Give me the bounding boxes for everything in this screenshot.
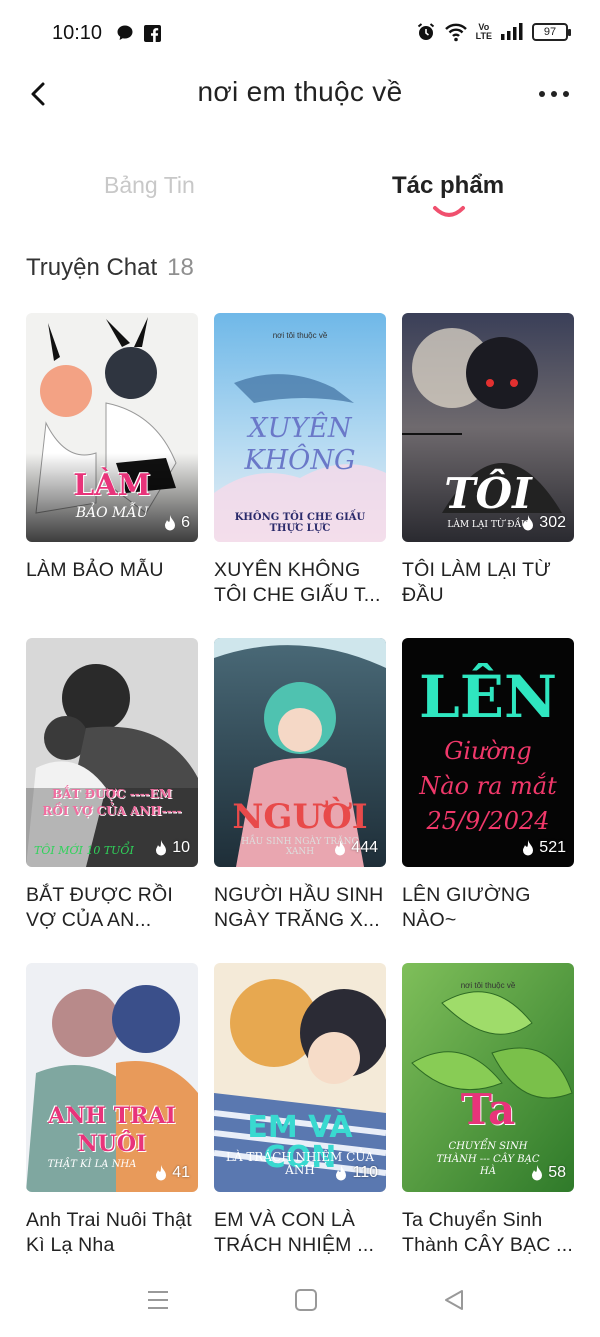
cover-title: ANH TRAI NUÔI [48,1103,176,1157]
count-value: 110 [352,1164,378,1181]
status-time: 10:10 [52,22,103,44]
section-count: 18 [167,254,194,281]
cover-subtitle: KHÔNG TÔI CHE GIẤU THỰC LỰC [234,512,366,534]
cover-illustration [26,638,198,867]
story-card[interactable]: TÔI LÀM LẠI TỪ ĐẦU 302 TÔI LÀM LẠI TỪ ĐẦ… [402,313,574,608]
page-title: nơi em thuộc về [197,76,403,107]
wifi-icon [444,23,467,42]
count-badge: 6 [163,514,190,532]
facebook-icon [144,24,161,42]
count-value: 444 [351,839,378,856]
count-value: 521 [539,839,566,856]
story-card[interactable]: LÀM BẢO MẪU 6 LÀM BẢO MẪU [26,313,198,583]
count-badge: 10 [154,839,190,857]
count-badge: 444 [333,839,378,857]
cover-title: Ta [460,1085,516,1134]
count-value: 41 [172,1164,190,1181]
flame-icon [156,840,167,856]
story-cover[interactable]: nơi tôi thuộc về Ta CHUYỂN SINH THÀNH --… [402,963,574,1192]
story-title[interactable]: XUYÊN KHÔNG TÔI CHE GIẤU T... [214,558,386,608]
cover-title: NGƯỜI [232,797,368,837]
tab-works[interactable]: Tác phẩm [392,172,504,200]
signal-icon [501,23,523,40]
alarm-icon [417,23,434,40]
more-dot [551,91,557,97]
count-value: 58 [548,1164,566,1181]
section-title: Truyện Chat [26,254,158,281]
flame-icon [156,1165,167,1181]
status-bar: 10:10 Vo LTE 97 [0,0,600,70]
more-button[interactable] [536,82,572,106]
tab-feed[interactable]: Bảng Tin [104,172,195,199]
status-left-icons [116,24,161,42]
cover-title: TÔI [444,469,532,518]
flame-icon [336,1165,347,1181]
volte-line-2: LTE [475,31,492,41]
story-title[interactable]: NGƯỜI HẦU SINH NGÀY TRĂNG X... [214,883,386,933]
story-card[interactable]: BẮT ĐƯỢC ----EM RỒI VỢ CỦA ANH---- TÔI M… [26,638,198,933]
story-card[interactable]: nơi tôi thuộc về Ta CHUYỂN SINH THÀNH --… [402,963,574,1258]
cover-title: LÀM [73,468,151,503]
count-value: 10 [172,839,190,856]
cover-title: LÊN [418,663,557,731]
story-title[interactable]: TÔI LÀM LẠI TỪ ĐẦU [402,558,574,608]
story-title[interactable]: LÀM BẢO MẪU [26,558,198,583]
count-badge: 41 [154,1164,190,1182]
story-cover[interactable]: nơi tôi thuộc về XUYÊN KHÔNG KHÔNG TÔI C… [214,313,386,542]
volte-icon: Vo LTE [476,23,492,41]
story-title[interactable]: BẮT ĐƯỢC RỒI VỢ CỦA AN... [26,883,198,933]
tab-active-indicator [433,206,465,217]
story-title[interactable]: Anh Trai Nuôi Thật Kì Lạ Nha [26,1208,198,1258]
count-badge: 521 [521,839,566,857]
count-value: 6 [181,514,190,531]
more-dot [563,91,569,97]
profile-tabs: Bảng Tin Tác phẩm [0,168,600,228]
flame-icon [165,515,176,531]
story-title[interactable]: Ta Chuyển Sinh Thành CÂY BẠC ... [402,1208,574,1258]
story-card[interactable]: EM VÀ CON LÀ TRÁCH NHIỆM CỦA ANH 110 EM … [214,963,386,1258]
battery-icon: 97 [532,23,571,41]
status-right-icons: Vo LTE 97 [416,22,571,42]
count-badge: 302 [521,514,566,532]
cover-tag: nơi tôi thuộc về [272,331,328,340]
menu-lines-icon[interactable] [144,1288,172,1312]
section-header: Truyện Chat 18 [26,254,194,282]
system-nav-bar [0,1280,600,1320]
flame-icon [523,840,534,856]
story-cover[interactable]: TÔI LÀM LẠI TỪ ĐẦU 302 [402,313,574,542]
home-square-icon[interactable] [292,1288,320,1312]
story-title[interactable]: EM VÀ CON LÀ TRÁCH NHIỆM ... [214,1208,386,1258]
count-value: 302 [539,514,566,531]
flame-icon [523,515,534,531]
story-cover[interactable]: LÀM BẢO MẪU 6 [26,313,198,542]
count-badge: 58 [530,1164,566,1182]
story-card[interactable]: LÊN Giường Nào ra mắt 25/9/2024 521 LÊN … [402,638,574,933]
count-badge: 110 [334,1164,378,1182]
chat-bubble-icon [117,25,133,40]
story-title[interactable]: LÊN GIƯỜNG NÀO~ [402,883,574,933]
story-card[interactable]: ANH TRAI NUÔI THẬT KÌ LẠ NHA 41 Anh Trai… [26,963,198,1258]
story-cover[interactable]: NGƯỜI HẦU SINH NGÀY TRĂNG XANH 444 [214,638,386,867]
story-cover[interactable]: LÊN Giường Nào ra mắt 25/9/2024 521 [402,638,574,867]
flame-icon [335,840,346,856]
story-card[interactable]: nơi tôi thuộc về XUYÊN KHÔNG KHÔNG TÔI C… [214,313,386,608]
top-nav: nơi em thuộc về [0,70,600,118]
cover-subtitle: Giường Nào ra mắt 25/9/2024 [419,737,557,835]
story-cover[interactable]: EM VÀ CON LÀ TRÁCH NHIỆM CỦA ANH 110 [214,963,386,1192]
cover-title: BẮT ĐƯỢC ----EM RỒI VỢ CỦA ANH---- [42,787,182,818]
cover-title: XUYÊN KHÔNG [244,413,356,477]
story-card[interactable]: NGƯỜI HẦU SINH NGÀY TRĂNG XANH 444 NGƯỜI… [214,638,386,933]
more-dot [539,91,545,97]
cover-tag: nơi tôi thuộc về [460,981,516,990]
back-triangle-icon[interactable] [440,1288,468,1312]
flame-icon [532,1165,543,1181]
story-cover[interactable]: ANH TRAI NUÔI THẬT KÌ LẠ NHA 41 [26,963,198,1192]
story-cover[interactable]: BẮT ĐƯỢC ----EM RỒI VỢ CỦA ANH---- TÔI M… [26,638,198,867]
